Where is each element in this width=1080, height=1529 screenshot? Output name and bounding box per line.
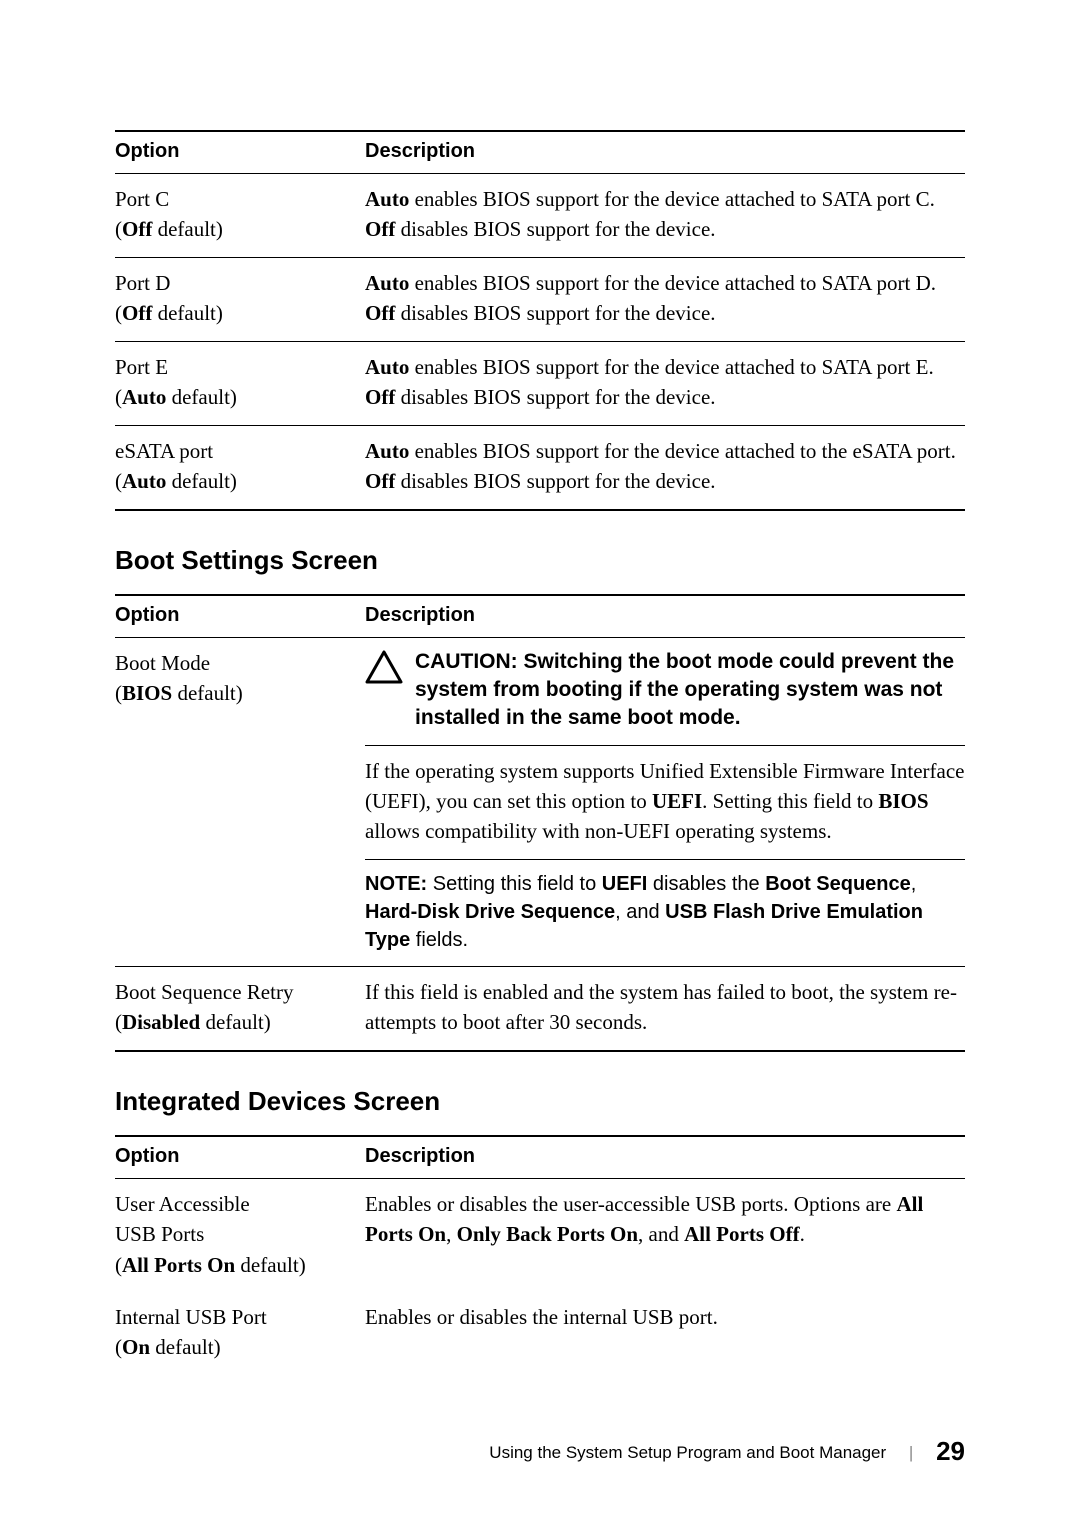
note-block: NOTE: Setting this field to UEFI disable… — [365, 860, 965, 966]
description-cell: Enables or disables the internal USB por… — [365, 1292, 965, 1375]
option-cell: eSATA port (Auto default) — [115, 425, 365, 509]
option-name: Port E — [115, 355, 168, 379]
integrated-devices-table: Option Description User Accessible USB P… — [115, 1135, 965, 1375]
option-default: (On default) — [115, 1335, 221, 1359]
caution-text: CAUTION: Switching the boot mode could p… — [415, 648, 965, 733]
footer-separator: | — [909, 1443, 913, 1462]
option-cell: Port C (Off default) — [115, 174, 365, 258]
option-cell: User Accessible USB Ports (All Ports On … — [115, 1178, 365, 1292]
option-cell: Port D (Off default) — [115, 257, 365, 341]
description-cell: Auto enables BIOS support for the device… — [365, 425, 965, 509]
description-cell: CAUTION: Switching the boot mode could p… — [365, 637, 965, 966]
option-default: (Auto default) — [115, 385, 237, 409]
table-row: Port E (Auto default) Auto enables BIOS su… — [115, 341, 965, 425]
footer-title: Using the System Setup Program and Boot … — [489, 1443, 886, 1462]
option-cell: Boot Sequence Retry (Disabled default) — [115, 966, 365, 1050]
col-header-description: Description — [365, 131, 965, 174]
integrated-devices-heading: Integrated Devices Screen — [115, 1086, 965, 1117]
option-default: (BIOS default) — [115, 681, 243, 705]
option-cell: Port E (Auto default) — [115, 341, 365, 425]
option-name: Boot Mode — [115, 651, 210, 675]
option-default: (Off default) — [115, 217, 223, 241]
caution-icon — [365, 650, 403, 692]
description-paragraph: If the operating system supports Unified… — [365, 746, 965, 860]
boot-settings-heading: Boot Settings Screen — [115, 545, 965, 576]
col-header-description: Description — [365, 1136, 965, 1179]
option-name-line1: User Accessible — [115, 1192, 250, 1216]
col-header-option: Option — [115, 131, 365, 174]
option-default: (Disabled default) — [115, 1010, 271, 1034]
description-cell: Auto enables BIOS support for the device… — [365, 174, 965, 258]
table-row: Port C (Off default) Auto enables BIOS sup… — [115, 174, 965, 258]
page-footer: Using the System Setup Program and Boot … — [115, 1436, 965, 1467]
option-default: (Auto default) — [115, 469, 237, 493]
col-header-option: Option — [115, 1136, 365, 1179]
option-name: Internal USB Port — [115, 1305, 267, 1329]
description-cell: Enables or disables the user-accessible … — [365, 1178, 965, 1292]
option-name: Port C — [115, 187, 169, 211]
page-number: 29 — [936, 1436, 965, 1466]
option-default: (Off default) — [115, 301, 223, 325]
table-row: eSATA port (Auto default) Auto enables BIO… — [115, 425, 965, 509]
option-name: eSATA port — [115, 439, 213, 463]
option-cell: Boot Mode (BIOS default) — [115, 637, 365, 966]
option-cell: Internal USB Port (On default) — [115, 1292, 365, 1375]
description-cell: If this field is enabled and the system … — [365, 966, 965, 1050]
option-default: (All Ports On default) — [115, 1253, 306, 1277]
sata-settings-table: Option Description Port C (Off default) Au… — [115, 130, 965, 511]
option-name: Port D — [115, 271, 170, 295]
description-cell: Auto enables BIOS support for the device… — [365, 341, 965, 425]
col-header-description: Description — [365, 595, 965, 638]
col-header-option: Option — [115, 595, 365, 638]
table-row: Port D (Off default) Auto enables BIOS sup… — [115, 257, 965, 341]
description-cell: Auto enables BIOS support for the device… — [365, 257, 965, 341]
option-name-line2: USB Ports — [115, 1222, 204, 1246]
boot-settings-table: Option Description Boot Mode (BIOS defau… — [115, 594, 965, 1052]
option-name: Boot Sequence Retry — [115, 980, 293, 1004]
